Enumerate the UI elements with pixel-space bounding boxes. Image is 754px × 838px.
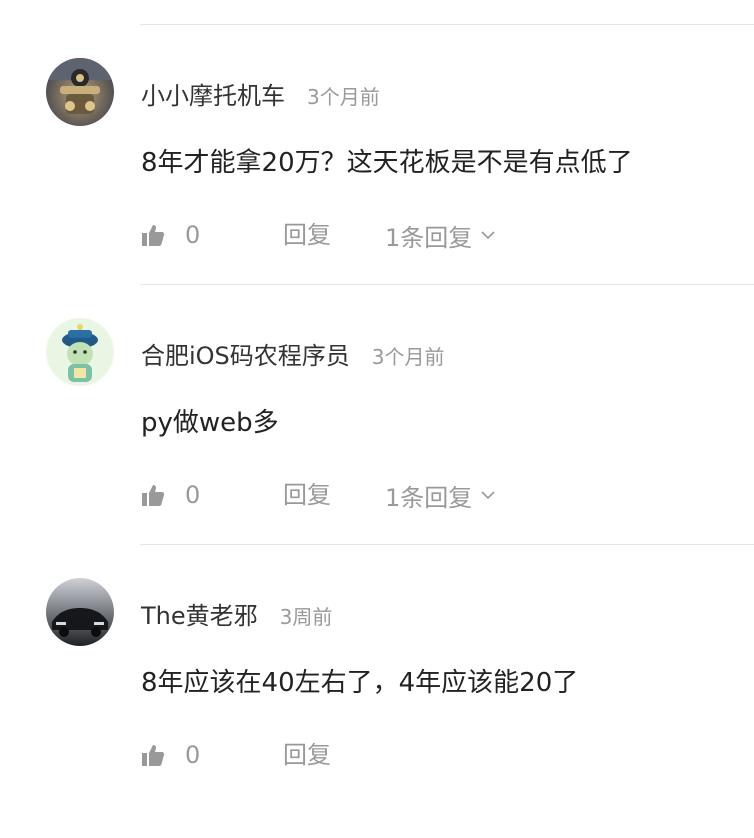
- like-count: 0: [185, 481, 201, 509]
- motorcycle-avatar-icon: [46, 58, 114, 126]
- thumbs-up-icon: [142, 745, 165, 766]
- cartoon-official-avatar-icon: [46, 318, 114, 386]
- like-button[interactable]: 0: [141, 478, 200, 512]
- reply-button[interactable]: 回复: [283, 478, 331, 512]
- comment-actions: 0 回复 1条回复: [141, 478, 741, 512]
- avatar[interactable]: [46, 318, 114, 386]
- view-replies-button[interactable]: 1条回复: [385, 218, 496, 252]
- divider: [140, 544, 754, 545]
- chevron-down-icon: [481, 231, 495, 240]
- reply-button[interactable]: 回复: [283, 218, 331, 252]
- comment-item: 小小摩托机车 3个月前 8年才能拿20万？这天花板是不是有点低了 0 回复 1条…: [0, 58, 754, 318]
- comment-text: 8年才能拿20万？这天花板是不是有点低了: [141, 148, 633, 178]
- username[interactable]: The黄老邪: [141, 596, 258, 631]
- chevron-down-icon: [481, 491, 495, 500]
- comment-time: 3个月前: [307, 85, 380, 109]
- car-avatar-icon: [46, 578, 114, 646]
- comment-meta: 小小摩托机车 3个月前: [141, 76, 380, 110]
- view-replies-button[interactable]: 1条回复: [385, 478, 496, 512]
- comment-actions: 0 回复: [141, 738, 741, 772]
- comment-text: py做web多: [141, 408, 279, 438]
- divider: [140, 24, 754, 25]
- avatar[interactable]: [46, 58, 114, 126]
- comment-time: 3周前: [279, 605, 333, 629]
- avatar[interactable]: [46, 578, 114, 646]
- like-button[interactable]: 0: [141, 738, 200, 772]
- reply-button[interactable]: 回复: [283, 738, 331, 772]
- like-count: 0: [185, 741, 201, 769]
- comment-item: The黄老邪 3周前 8年应该在40左右了，4年应该能20了 0 回复: [0, 578, 754, 838]
- like-button[interactable]: 0: [141, 218, 200, 252]
- comment-text: 8年应该在40左右了，4年应该能20了: [141, 668, 579, 698]
- username[interactable]: 小小摩托机车: [141, 76, 285, 111]
- comment-meta: The黄老邪 3周前: [141, 596, 332, 630]
- replies-count-label: 1条回复: [385, 223, 473, 252]
- comment-actions: 0 回复 1条回复: [141, 218, 741, 252]
- comment-time: 3个月前: [371, 345, 445, 369]
- thumbs-up-icon: [142, 485, 165, 506]
- divider: [140, 284, 754, 285]
- like-count: 0: [185, 221, 201, 249]
- replies-count-label: 1条回复: [385, 483, 473, 512]
- username[interactable]: 合肥iOS码农程序员: [141, 336, 350, 371]
- thumbs-up-icon: [142, 225, 165, 246]
- comment-item: 合肥iOS码农程序员 3个月前 py做web多 0 回复 1条回复: [0, 318, 754, 578]
- comment-meta: 合肥iOS码农程序员 3个月前: [141, 336, 445, 370]
